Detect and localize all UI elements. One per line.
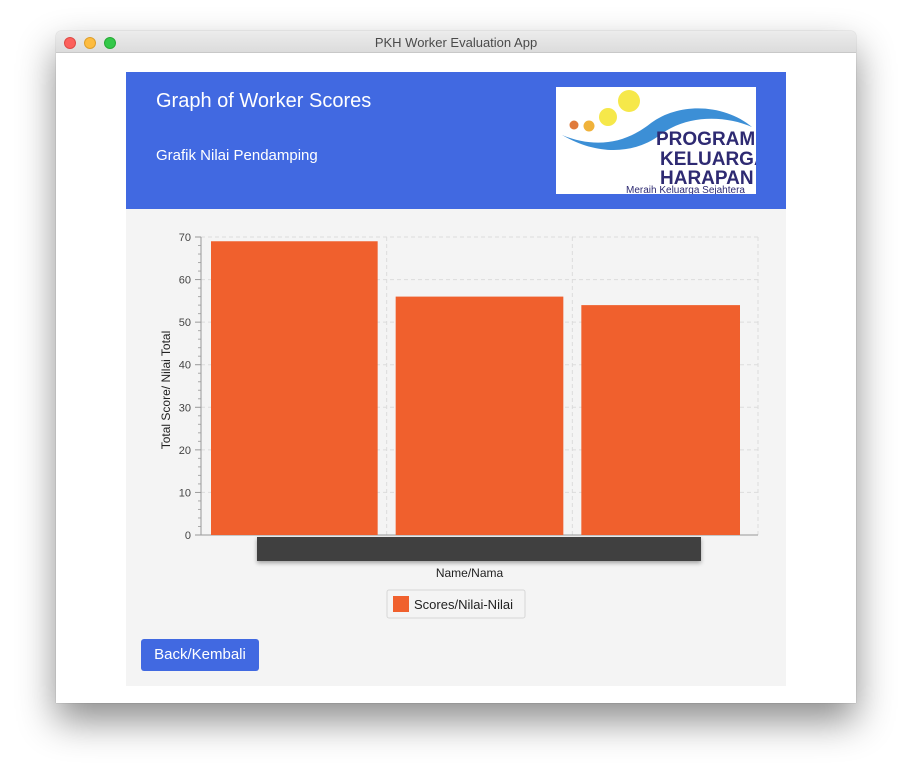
logo-dot-orange xyxy=(583,120,595,132)
y-tick-label: 10 xyxy=(179,487,191,499)
pkh-logo-graphic: PROGRAM KELUARGA HARAPAN Meraih Keluarga… xyxy=(562,90,768,196)
logo-text-line2: KELUARGA xyxy=(660,149,756,170)
chart-legend[interactable]: Scores/Nilai-Nilai xyxy=(386,589,526,619)
logo-sun-medium xyxy=(599,108,617,126)
bar[interactable] xyxy=(581,305,740,535)
y-tick-label: 0 xyxy=(185,530,191,542)
bar[interactable] xyxy=(211,241,378,535)
legend-swatch xyxy=(393,596,409,612)
y-axis-label: Total Score/ Nilai Total xyxy=(159,331,173,450)
y-tick-label: 40 xyxy=(179,360,191,372)
header-banner: Graph of Worker Scores Grafik Nilai Pend… xyxy=(126,72,786,209)
bar[interactable] xyxy=(395,296,564,535)
logo-text-line1: PROGRAM xyxy=(656,129,755,150)
page-subtitle: Grafik Nilai Pendamping xyxy=(156,147,318,164)
logo-tagline: Meraih Keluarga Sejahtera xyxy=(626,185,745,194)
chart-bars xyxy=(211,241,740,535)
y-tick-label: 30 xyxy=(179,402,191,414)
window-title: PKH Worker Evaluation App xyxy=(374,35,538,50)
logo-dot-red xyxy=(569,120,579,130)
back-button[interactable]: Back/Kembali xyxy=(141,639,259,671)
pkh-logo: PROGRAM KELUARGA HARAPAN Meraih Keluarga… xyxy=(556,87,768,196)
y-tick-label: 50 xyxy=(179,317,191,329)
x-axis-label: Name/Nama xyxy=(436,566,504,580)
y-tick-label: 20 xyxy=(179,445,191,457)
logo-sun-large xyxy=(618,90,640,112)
hover-tooltip xyxy=(257,537,701,561)
y-tick-label: 60 xyxy=(179,275,191,287)
score-bar-chart: 0 10 20 30 40 50 60 70 Name/Nama Total Score/ N… xyxy=(159,232,759,619)
y-tick-label: 70 xyxy=(179,232,191,244)
main-content: Graph of Worker Scores Grafik Nilai Pend… xyxy=(126,72,786,686)
page-title: Graph of Worker Scores xyxy=(156,90,372,112)
legend-label: Scores/Nilai-Nilai xyxy=(414,597,513,612)
title-bar: PKH Worker Evaluation App xyxy=(56,31,856,53)
app-window: PKH Worker Evaluation App Graph of Worke… xyxy=(56,31,856,703)
